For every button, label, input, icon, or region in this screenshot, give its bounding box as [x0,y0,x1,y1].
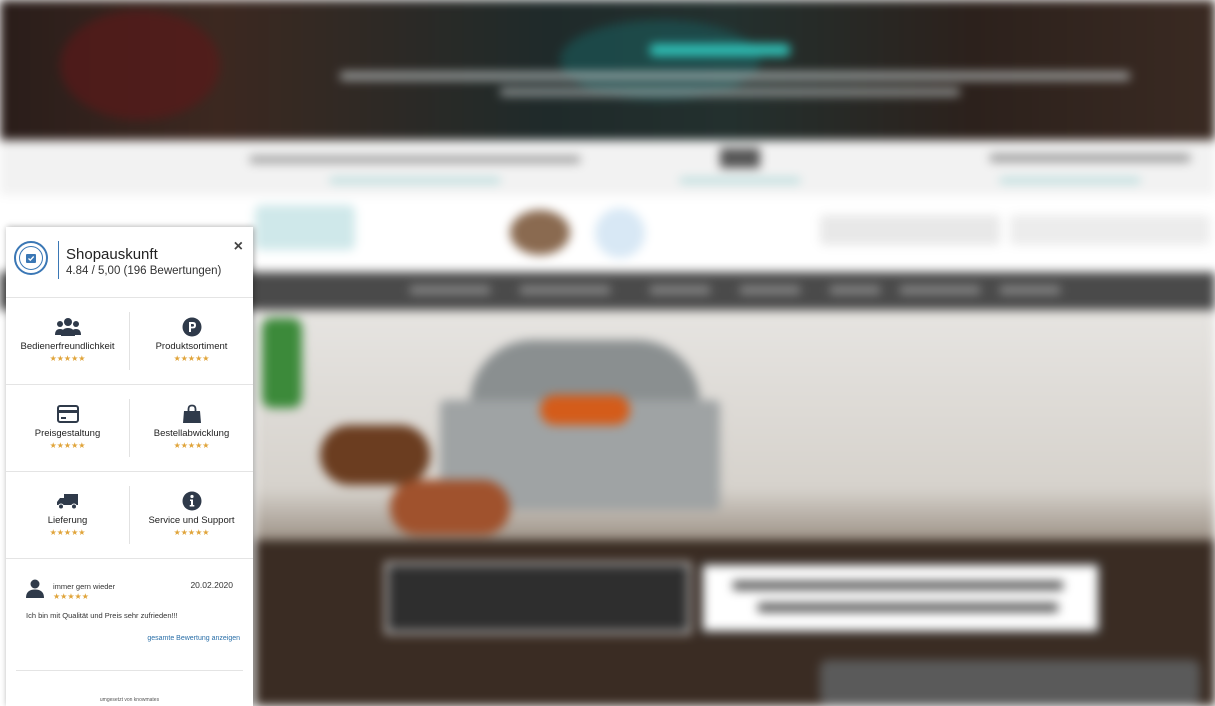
review-stars: ★★★★★ [53,592,89,601]
category-row: Preisgestaltung ★★★★★ Bestellabwicklung … [6,385,253,472]
widget-footer-credit[interactable]: umgesetzt von knowmates [6,697,253,703]
users-icon [6,316,129,338]
credit-card-icon [6,403,129,425]
star-rating: ★★★★★ [49,441,86,450]
plant [262,318,302,408]
category-service-und-support: Service und Support ★★★★★ [130,472,253,558]
seal-check-icon [26,254,36,263]
search-box [820,215,1000,245]
header-divider [58,241,59,279]
truck-icon [6,490,129,512]
category-label: Lieferung [47,515,88,526]
show-full-review-link[interactable]: gesamte Bewertung anzeigen [147,635,240,642]
account-cart-area [1010,215,1210,245]
category-label: Produktsortiment [155,341,228,352]
widget-header: Shopauskunft 4.84 / 5,00 (196 Bewertunge… [6,227,253,298]
category-label: Bestellabwicklung [153,428,230,439]
category-produktsortiment: Produktsortiment ★★★★★ [130,298,253,384]
category-label: Service und Support [148,515,235,526]
serving-tray [820,660,1200,706]
promo-sign [385,562,691,634]
category-label: Bedienerfreundlichkeit [20,341,115,352]
hero-text-blur [340,72,1130,80]
star-rating: ★★★★★ [49,528,86,537]
overall-rating: 4.84 / 5,00 (196 Bewertungen) [66,265,222,277]
latest-review: immer gern wieder 20.02.2020 ★★★★★ Ich b… [6,559,253,669]
star-rating: ★★★★★ [173,354,210,363]
parking-p-icon [130,316,253,338]
info-bar [0,140,1215,195]
info-icon [130,490,253,512]
site-logo [255,205,355,250]
widget-title: Shopauskunft [66,246,158,263]
category-row: Lieferung ★★★★★ Service und Support ★★★★… [6,472,253,559]
footer-divider [16,670,243,671]
hero-text-blur [500,88,960,96]
category-bedienerfreundlichkeit: Bedienerfreundlichkeit ★★★★★ [6,298,129,384]
hero-decoration [60,10,220,120]
review-author: immer gern wieder [53,582,116,591]
star-rating: ★★★★★ [173,441,210,450]
promo-sign [700,562,1101,634]
user-avatar-icon [26,579,44,604]
category-label: Preisgestaltung [34,428,101,439]
review-date: 20.02.2020 [190,580,233,590]
star-rating: ★★★★★ [49,354,86,363]
fruit [540,395,630,425]
category-row: Bedienerfreundlichkeit ★★★★★ Produktsort… [6,298,253,385]
food-bowl [320,425,430,485]
shopauskunft-seal-icon [14,241,48,275]
category-preisgestaltung: Preisgestaltung ★★★★★ [6,385,129,471]
badge-logo [595,208,645,258]
shopping-bag-icon [130,403,253,425]
food-bowl [390,480,510,535]
hero-title-blur [650,44,790,56]
category-bestellabwicklung: Bestellabwicklung ★★★★★ [130,385,253,471]
shopauskunft-widget: Shopauskunft 4.84 / 5,00 (196 Bewertunge… [6,227,253,706]
review-text: Ich bin mit Qualität und Preis sehr zufr… [26,611,178,620]
category-lieferung: Lieferung ★★★★★ [6,472,129,558]
close-icon[interactable]: × [234,239,243,255]
star-rating: ★★★★★ [173,528,210,537]
badge-logo [510,210,570,255]
